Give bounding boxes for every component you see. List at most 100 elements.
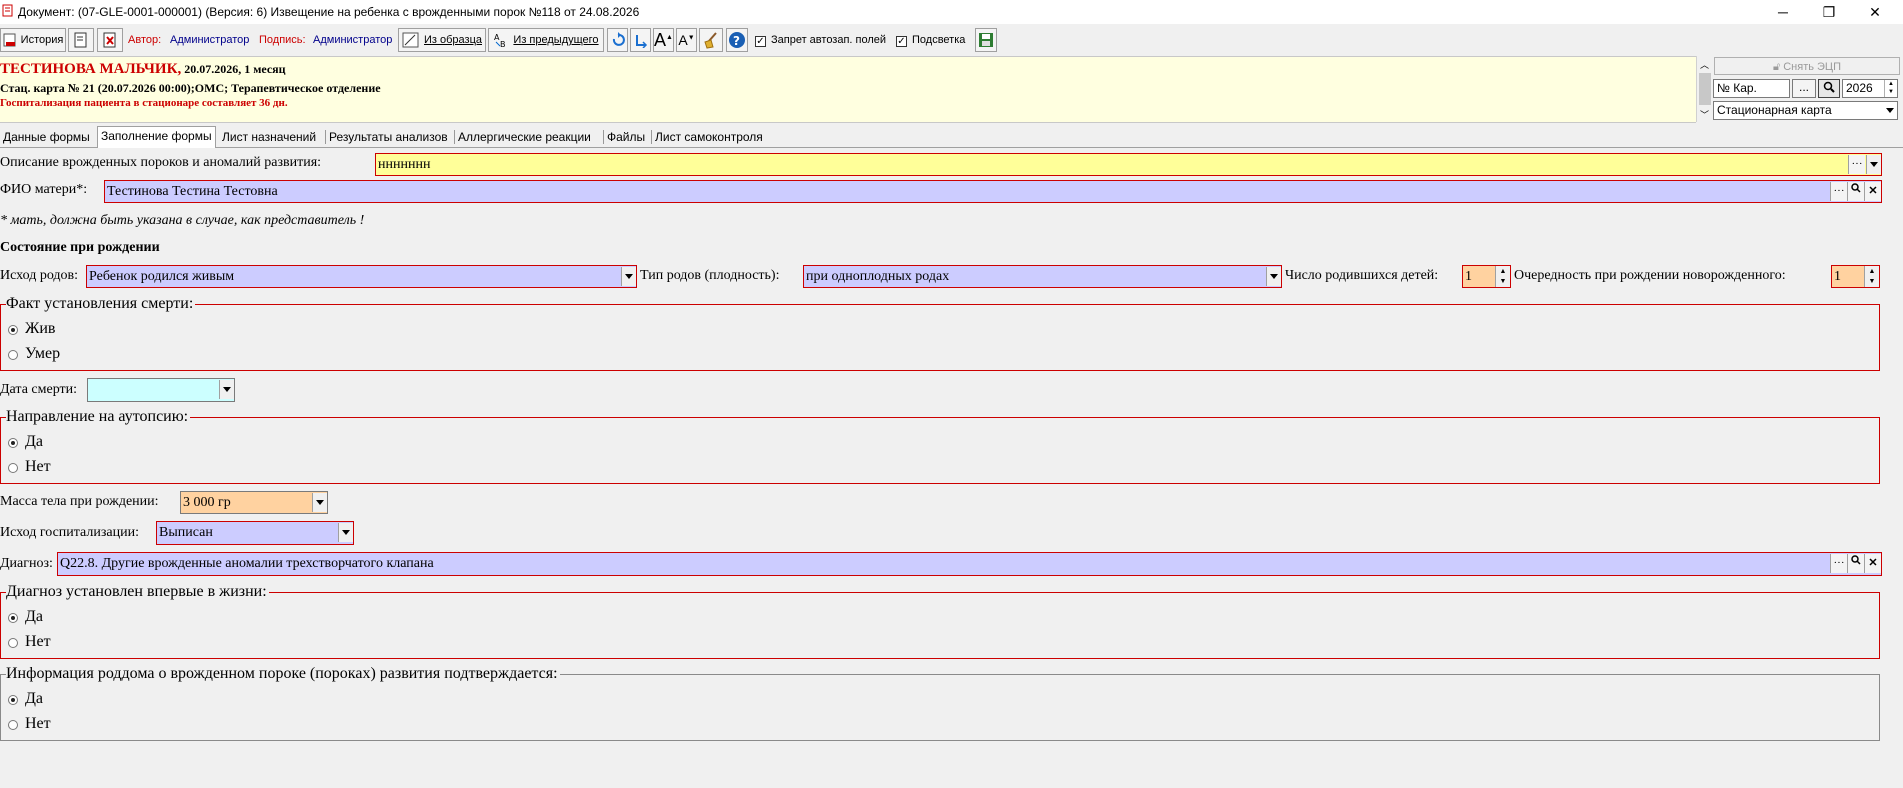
hosp-outcome-label: Исход госпитализации: (0, 525, 139, 540)
mother-clear-button[interactable]: ✕ (1864, 182, 1881, 201)
restore-icon[interactable]: ❐ (1806, 0, 1852, 24)
chevron-down-icon[interactable] (621, 267, 636, 286)
mother-more-button[interactable]: ··· (1830, 182, 1847, 201)
document-icon (2, 4, 13, 17)
radio-alive[interactable] (8, 325, 18, 335)
scroll-down-icon[interactable]: ﹀ (1700, 108, 1709, 121)
year-spinner[interactable]: 2026 ▲ ▼ (1842, 79, 1898, 98)
help-icon: ? (729, 32, 745, 48)
birth-type-label: Тип родов (плодность): (640, 268, 780, 283)
year-value: 2026 (1846, 81, 1873, 95)
help-button[interactable]: ? (726, 28, 748, 52)
remove-eds-button[interactable]: 🔓︎ Снять ЭЦП (1714, 57, 1900, 75)
diagnosis-clear-button[interactable]: ✕ (1864, 554, 1881, 573)
radio-maternity-no[interactable] (8, 720, 18, 730)
year-spin-icon[interactable]: ▲ ▼ (1884, 80, 1897, 97)
card-browse-button[interactable]: ... (1792, 79, 1816, 98)
scroll-up-icon[interactable]: ︿ (1700, 58, 1709, 71)
scroll-thumb[interactable] (1699, 73, 1711, 105)
chevron-down-icon[interactable] (1866, 155, 1881, 174)
radio-maternity-no-label[interactable]: Нет (25, 715, 51, 733)
first-diagnosis-group: Диагноз установлен впервые в жизни: Да Н… (0, 583, 1880, 659)
diagnosis-value: Q22.8. Другие врожденные аномалии трехст… (60, 556, 434, 571)
undo-button[interactable] (630, 28, 651, 52)
autofill-ban-checkbox[interactable]: ✓ (755, 34, 766, 48)
card-search-button[interactable] (1818, 79, 1840, 98)
card-type-select[interactable]: Стационарная карта (1713, 101, 1898, 120)
close-document-icon (103, 32, 116, 48)
radio-first-yes[interactable] (8, 613, 18, 623)
chevron-down-icon (1886, 108, 1894, 113)
radio-autopsy-yes[interactable] (8, 438, 18, 448)
birth-outcome-value: Ребенок родился живым (89, 269, 235, 284)
death-date-field[interactable] (87, 378, 235, 402)
diagnosis-more-button[interactable]: ··· (1830, 554, 1847, 573)
chevron-down-icon[interactable] (1266, 267, 1281, 286)
radio-first-no[interactable] (8, 638, 18, 648)
author-label: Автор: (128, 34, 162, 46)
tab-prescriptions[interactable]: Лист назначений (219, 128, 319, 146)
diagnosis-field[interactable]: Q22.8. Другие врожденные аномалии трехст… (57, 552, 1882, 576)
tab-form-data[interactable]: Данные формы (0, 128, 93, 146)
header-scrollbar[interactable]: ︿ ﹀ (1696, 56, 1713, 122)
save-button[interactable] (975, 28, 997, 52)
radio-autopsy-no-label[interactable]: Нет (25, 458, 51, 476)
anomalies-more-button[interactable]: ··· (1848, 155, 1865, 174)
birth-weight-select[interactable]: 3 000 гр (180, 491, 328, 514)
from-previous-button[interactable]: AB Из предыдущего (488, 28, 604, 52)
children-count-spinner[interactable]: 1 ▲ ▼ (1462, 265, 1511, 288)
birth-order-spinner[interactable]: 1 ▲ ▼ (1831, 265, 1880, 288)
from-sample-button[interactable]: Из образца (398, 28, 486, 52)
tab-files[interactable]: Файлы (604, 128, 648, 146)
chevron-down-icon[interactable] (312, 493, 327, 512)
birth-state-heading: Состояние при рождении (0, 240, 160, 255)
chevron-down-icon[interactable] (338, 523, 353, 542)
mother-search-button[interactable] (1847, 182, 1864, 201)
chevron-down-icon[interactable] (219, 380, 234, 399)
tab-self-control[interactable]: Лист самоконтроля (652, 128, 766, 146)
refresh-button[interactable] (607, 28, 628, 52)
close-icon[interactable]: ✕ (1852, 0, 1898, 24)
mother-note: * мать, должна быть указана в случае, ка… (0, 213, 365, 228)
radio-maternity-yes-label[interactable]: Да (25, 690, 43, 708)
minimize-icon[interactable]: ─ (1760, 0, 1806, 24)
clear-button[interactable] (699, 28, 723, 52)
spin-arrows-icon[interactable]: ▲ ▼ (1864, 266, 1879, 287)
diagnosis-search-button[interactable] (1847, 554, 1864, 573)
radio-dead-label[interactable]: Умер (25, 345, 60, 363)
radio-first-yes-label[interactable]: Да (25, 608, 43, 626)
radio-first-no-label[interactable]: Нет (25, 633, 51, 651)
radio-alive-label[interactable]: Жив (25, 320, 55, 338)
font-increase-icon: A▲ (654, 29, 673, 50)
radio-dead[interactable] (8, 350, 18, 360)
radio-autopsy-no[interactable] (8, 463, 18, 473)
history-button[interactable]: История (0, 28, 66, 52)
birth-outcome-select[interactable]: Ребенок родился живым (86, 265, 637, 288)
remove-eds-label: Снять ЭЦП (1783, 61, 1841, 73)
first-diagnosis-title: Диагноз установлен впервые в жизни: (6, 583, 269, 601)
hosp-outcome-select[interactable]: Выписан (156, 521, 354, 545)
toolbar: История Автор: Администратор Подпись: Ад… (0, 28, 1903, 54)
svg-text:B: B (500, 40, 506, 48)
highlight-checkbox[interactable]: ✓ (896, 34, 907, 48)
font-increase-button[interactable]: A▲ (653, 28, 674, 52)
edit-document-button[interactable] (68, 28, 94, 52)
spin-arrows-icon[interactable]: ▲ ▼ (1495, 266, 1510, 287)
card-number-input[interactable]: № Кар. (1713, 79, 1790, 98)
anomalies-field[interactable]: ннннннн ··· (375, 153, 1882, 176)
radio-autopsy-yes-label[interactable]: Да (25, 433, 43, 451)
birth-type-select[interactable]: при одноплодных родах (803, 265, 1282, 288)
patient-line: ТЕСТИНОВА МАЛЬЧИК, 20.07.2026, 1 месяц (0, 61, 286, 78)
tab-allergies[interactable]: Аллергические реакции (455, 128, 594, 146)
tab-form-filling[interactable]: Заполнение формы (97, 126, 216, 148)
tab-test-results[interactable]: Результаты анализов (326, 128, 451, 146)
hospitalization-note: Госпитализация пациента в стационаре сос… (0, 97, 288, 109)
mother-field[interactable]: Тестинова Тестина Тестовна ··· ✕ (104, 180, 1882, 203)
mother-value: Тестинова Тестина Тестовна (107, 184, 278, 199)
close-document-button[interactable] (97, 28, 123, 52)
radio-maternity-yes[interactable] (8, 695, 18, 705)
font-decrease-button[interactable]: A▼ (676, 28, 697, 52)
svg-text:?: ? (733, 34, 740, 48)
highlight-label: Подсветка (912, 34, 966, 46)
children-count-label: Число родившихся детей: (1285, 268, 1439, 283)
